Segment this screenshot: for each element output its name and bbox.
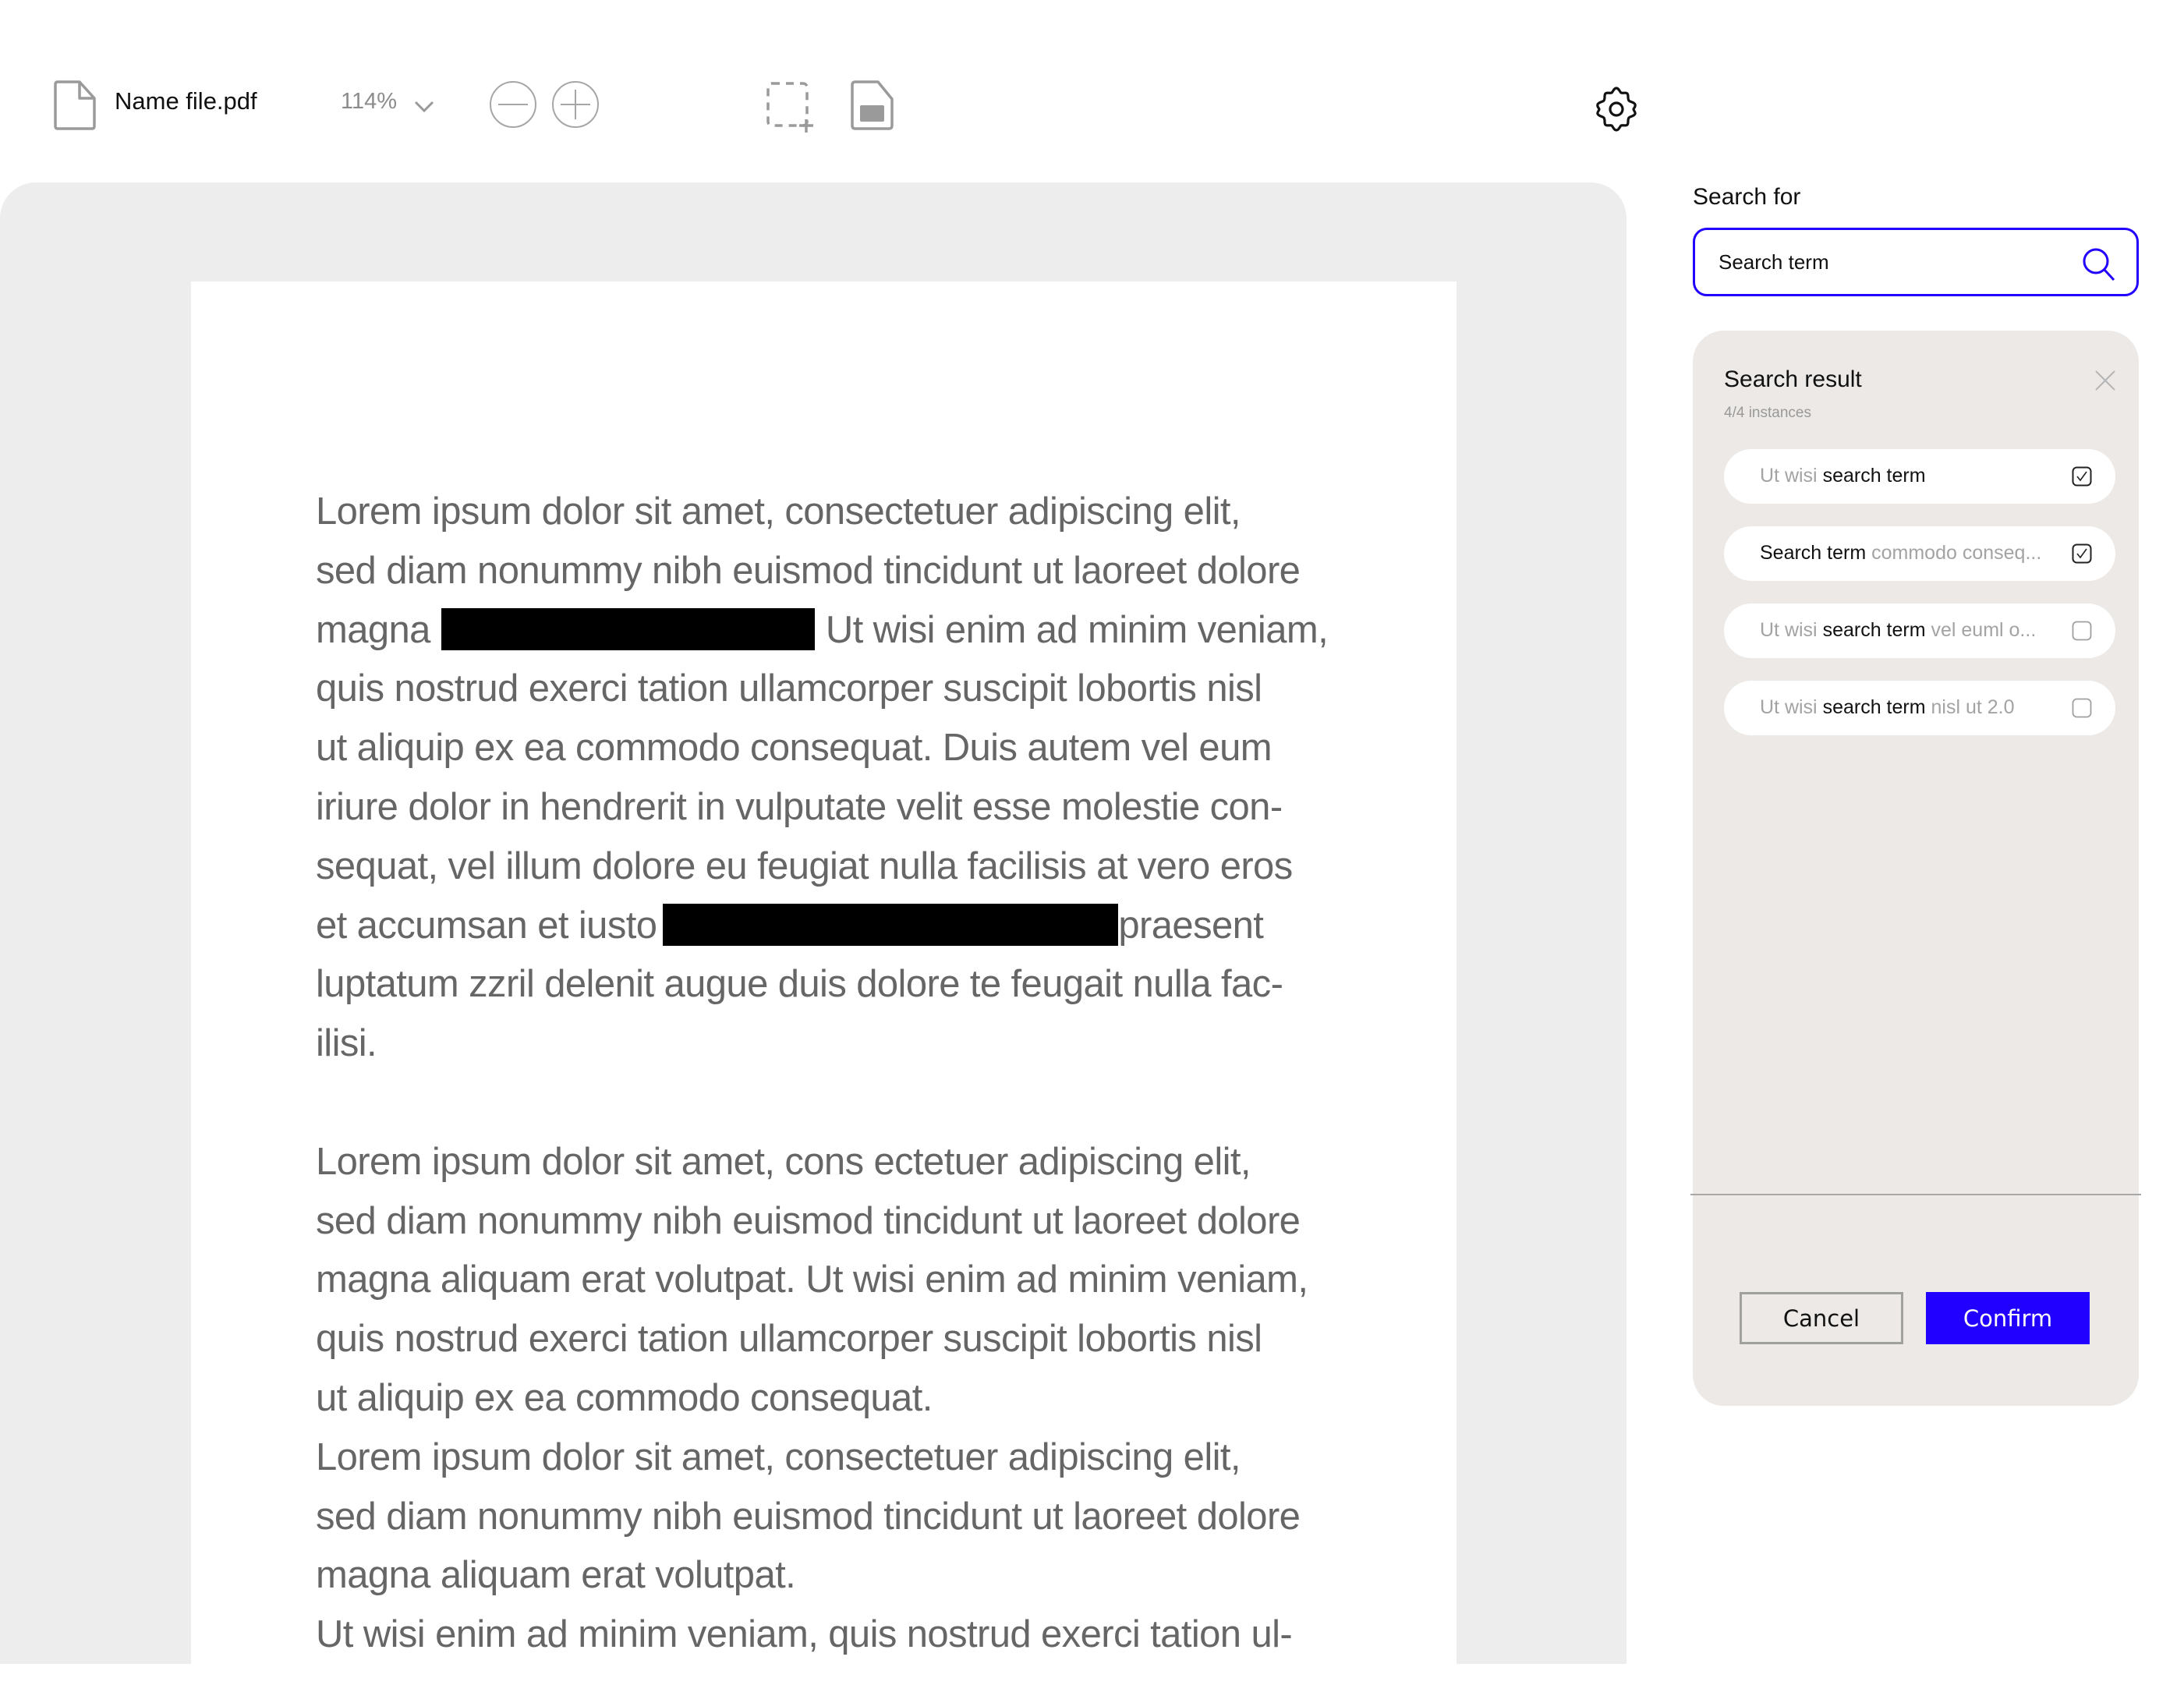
- document-page[interactable]: Lorem ipsum dolor sit amet, consectetuer…: [191, 281, 1457, 1685]
- search-result-title: Search result: [1724, 366, 1862, 392]
- text-segment: ilisi.: [316, 1022, 377, 1065]
- search-label: Search for: [1693, 184, 1801, 210]
- text-line: Lorem ipsum dolor sit amet, consectetuer…: [316, 483, 1407, 542]
- zoom-level-value[interactable]: 114%: [341, 89, 397, 115]
- text-segment: iriure dolor in hendrerit in vulputate v…: [316, 785, 1283, 828]
- redaction-box[interactable]: [663, 903, 1119, 946]
- matched-term: Search term: [1760, 542, 1867, 564]
- checkbox-empty-icon: [2072, 621, 2092, 641]
- text-line: Lorem ipsum dolor sit amet, cons ectetue…: [316, 1133, 1407, 1192]
- text-line: et accumsan et iusto praesent: [316, 897, 1407, 956]
- zoom-out-icon: [490, 81, 536, 128]
- text-line: Lorem ipsum dolor sit amet, consectetuer…: [316, 1428, 1407, 1488]
- search-result-panel: Search result 4/4 instances Ut wisi sear…: [1693, 331, 2139, 1406]
- text-segment: luptatum zzril delenit augue duis dolore…: [316, 963, 1283, 1006]
- search-result-text: Ut wisi search term nisl ut 2.0: [1760, 696, 2015, 719]
- file-name: Name file.pdf: [115, 87, 257, 115]
- search-result-text: Ut wisi search term: [1760, 465, 1926, 487]
- text-segment: sed diam nonummy nibh euismod tincidunt …: [316, 1495, 1301, 1538]
- checkbox-unchecked[interactable]: [2072, 621, 2092, 645]
- text-line: magna Ut wisi enim ad minim veniam,: [316, 601, 1407, 660]
- matched-term: search term: [1822, 696, 1926, 718]
- text-line: sed diam nonummy nibh euismod tincidunt …: [316, 1488, 1407, 1547]
- text-segment: magna aliquam erat volutpat.: [316, 1554, 796, 1597]
- search-result-text: Search term commodo conseq...: [1760, 542, 2041, 565]
- search-button[interactable]: [2080, 246, 2118, 287]
- text-segment: quis nostrud exerci tation ullamcorper s…: [316, 667, 1262, 710]
- search-result-item[interactable]: Ut wisi search term vel euml o...: [1724, 604, 2115, 658]
- text-line: ut aliquip ex ea commodo consequat. Duis…: [316, 719, 1407, 778]
- matched-term: search term: [1822, 465, 1926, 487]
- text-line: magna aliquam erat volutpat.: [316, 1546, 1407, 1605]
- cancel-button[interactable]: Cancel: [1740, 1292, 1903, 1344]
- search-result-text: Ut wisi search term vel euml o...: [1760, 619, 2036, 642]
- text-segment: quis nostrud exerci tation ullamcorper s…: [316, 1318, 1262, 1361]
- text-line: sed diam nonummy nibh euismod tincidunt …: [316, 1192, 1407, 1251]
- text-line: quis nostrud exerci tation ullamcorper s…: [316, 1310, 1407, 1369]
- area-select-button[interactable]: [766, 81, 820, 133]
- context-text: nisl ut 2.0: [1925, 696, 2015, 718]
- search-result-item[interactable]: Ut wisi search term: [1724, 449, 2115, 504]
- matched-term: search term: [1822, 619, 1926, 641]
- context-text: commodo conseq...: [1866, 542, 2042, 564]
- context-text: vel euml o...: [1925, 619, 2037, 641]
- text-segment: et accumsan et iusto: [316, 904, 657, 947]
- area-select-icon: [766, 82, 813, 133]
- text-segment: praesent: [1118, 904, 1264, 947]
- text-line: magna aliquam erat volutpat. Ut wisi eni…: [316, 1251, 1407, 1310]
- document-text: Lorem ipsum dolor sit amet, consectetuer…: [316, 483, 1407, 1665]
- text-segment: Lorem ipsum dolor sit amet, cons ectetue…: [316, 1140, 1251, 1183]
- text-line: sequat, vel illum dolore eu feugiat null…: [316, 837, 1407, 897]
- checkbox-checked[interactable]: [2072, 543, 2092, 568]
- text-segment: ut aliquip ex ea commodo consequat. Duis…: [316, 727, 1273, 770]
- text-line: quis nostrud exerci tation ullamcorper s…: [316, 660, 1407, 719]
- confirm-button[interactable]: Confirm: [1926, 1292, 2090, 1344]
- zoom-out-button[interactable]: [489, 80, 537, 129]
- context-text: Ut wisi: [1760, 696, 1823, 718]
- zoom-in-button[interactable]: [551, 80, 600, 129]
- search-icon: [2083, 248, 2115, 281]
- text-segment: magna aliquam erat volutpat. Ut wisi eni…: [316, 1258, 1308, 1301]
- text-segment: Ut wisi enim ad minim veniam, quis nostr…: [316, 1613, 1293, 1656]
- checkbox-unchecked[interactable]: [2072, 698, 2092, 722]
- text-line: luptatum zzril delenit augue duis dolore…: [316, 955, 1407, 1014]
- text-segment: magna: [316, 608, 430, 651]
- text-line: Ut wisi enim ad minim veniam, quis nostr…: [316, 1605, 1407, 1665]
- redaction-box[interactable]: [441, 607, 815, 650]
- search-result-item[interactable]: Ut wisi search term nisl ut 2.0: [1724, 681, 2115, 735]
- search-input[interactable]: [1719, 250, 2062, 274]
- chevron-down-icon[interactable]: [413, 100, 435, 114]
- text-segment: ut aliquip ex ea commodo consequat.: [316, 1376, 933, 1419]
- search-field[interactable]: [1693, 228, 2139, 296]
- text-segment: sequat, vel illum dolore eu feugiat null…: [316, 844, 1293, 887]
- context-text: Ut wisi: [1760, 619, 1823, 641]
- text-line: ilisi.: [316, 1014, 1407, 1074]
- divider: [1690, 1194, 2141, 1195]
- file-icon: [53, 80, 97, 131]
- search-result-item[interactable]: Search term commodo conseq...: [1724, 526, 2115, 581]
- context-text: Ut wisi: [1760, 465, 1823, 487]
- text-segment: sed diam nonummy nibh euismod tincidunt …: [316, 549, 1301, 592]
- checkmark-icon: [2072, 543, 2092, 564]
- text-segment: Ut wisi enim ad minim veniam,: [825, 608, 1329, 651]
- close-button[interactable]: [2094, 370, 2116, 395]
- settings-button[interactable]: [1591, 84, 1641, 134]
- text-line: ut aliquip ex ea commodo consequat.: [316, 1369, 1407, 1428]
- save-icon: [851, 80, 894, 130]
- text-segment: Lorem ipsum dolor sit amet, consectetuer…: [316, 1435, 1241, 1478]
- text-segment: Lorem ipsum dolor sit amet, consectetuer…: [316, 490, 1241, 533]
- text-line: sed diam nonummy nibh euismod tincidunt …: [316, 542, 1407, 601]
- checkmark-icon: [2072, 466, 2092, 487]
- search-result-count: 4/4 instances: [1724, 405, 1811, 421]
- checkbox-empty-icon: [2072, 698, 2092, 718]
- save-button[interactable]: [850, 80, 895, 131]
- text-line: iriure dolor in hendrerit in vulputate v…: [316, 778, 1407, 837]
- close-icon: [2095, 370, 2115, 391]
- checkbox-checked[interactable]: [2072, 466, 2092, 490]
- gear-icon: [1596, 87, 1637, 132]
- zoom-in-icon: [552, 81, 599, 128]
- text-segment: sed diam nonummy nibh euismod tincidunt …: [316, 1199, 1301, 1242]
